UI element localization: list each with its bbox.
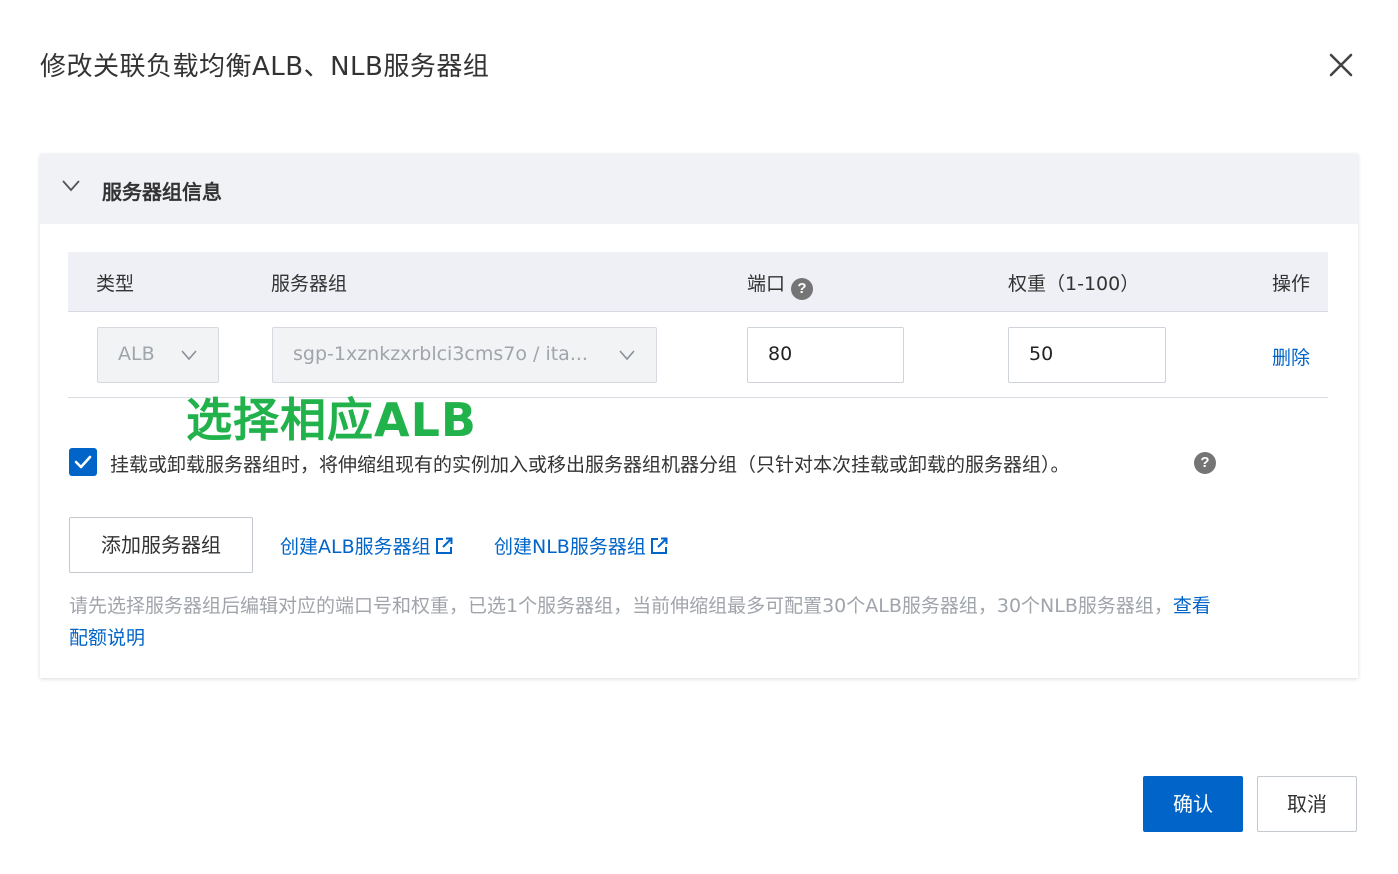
help-icon[interactable]: ? — [1194, 452, 1216, 474]
column-header-port: 端口? — [747, 269, 814, 300]
quota-description-link[interactable]: 配额说明 — [69, 623, 145, 650]
port-value: 80 — [768, 343, 793, 365]
external-link-icon — [435, 537, 453, 554]
modify-server-group-dialog: 修改关联负载均衡ALB、NLB服务器组 服务器组信息 类型 服务器组 端口? 权… — [0, 0, 1398, 874]
view-quota-link[interactable]: 查看 — [1173, 595, 1211, 617]
server-group-select[interactable]: sgp-1xznkzxrblci3cms7o / ita... — [272, 327, 657, 383]
create-nlb-server-group-link[interactable]: 创建NLB服务器组 — [494, 532, 668, 559]
confirm-button[interactable]: 确认 — [1143, 776, 1243, 832]
external-link-icon — [650, 537, 668, 554]
panel-title: 服务器组信息 — [102, 180, 222, 204]
close-icon[interactable] — [1326, 50, 1356, 80]
table-header: 类型 服务器组 端口? 权重（1-100） 操作 — [68, 252, 1328, 312]
panel-header[interactable]: 服务器组信息 — [40, 154, 1358, 224]
checkbox-label: 挂载或卸载服务器组时，将伸缩组现有的实例加入或移出服务器组机器分组（只针对本次挂… — [110, 454, 1070, 476]
column-header-type: 类型 — [96, 273, 135, 295]
weight-input[interactable]: 50 — [1008, 327, 1166, 383]
annotation-text: 选择相应ALB — [186, 393, 477, 447]
column-header-weight: 权重（1-100） — [1008, 273, 1140, 295]
quota-note: 请先选择服务器组后编辑对应的端口号和权重，已选1个服务器组，当前伸缩组最多可配置… — [69, 595, 1211, 617]
sync-instances-checkbox[interactable] — [69, 448, 97, 476]
create-alb-server-group-link[interactable]: 创建ALB服务器组 — [280, 532, 453, 559]
port-input[interactable]: 80 — [747, 327, 904, 383]
weight-value: 50 — [1029, 343, 1054, 365]
chevron-down-icon — [619, 350, 635, 361]
column-header-action: 操作 — [1272, 273, 1311, 295]
checkmark-icon — [74, 455, 92, 469]
chevron-down-icon — [62, 180, 80, 192]
column-header-server-group: 服务器组 — [271, 273, 348, 295]
type-select[interactable]: ALB — [97, 327, 219, 383]
type-select-value: ALB — [118, 343, 155, 365]
dialog-title: 修改关联负载均衡ALB、NLB服务器组 — [40, 52, 490, 82]
chevron-down-icon — [181, 350, 197, 361]
server-group-select-value: sgp-1xznkzxrblci3cms7o / ita... — [293, 343, 588, 365]
help-icon[interactable]: ? — [791, 278, 814, 300]
cancel-button[interactable]: 取消 — [1257, 776, 1357, 832]
delete-link[interactable]: 删除 — [1272, 343, 1310, 370]
add-server-group-button[interactable]: 添加服务器组 — [69, 517, 253, 573]
